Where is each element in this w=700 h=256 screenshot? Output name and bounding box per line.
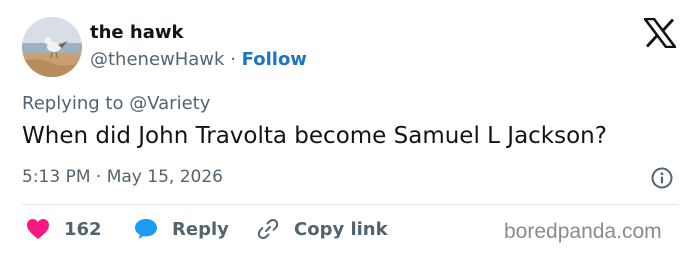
x-logo-icon[interactable] <box>643 17 677 49</box>
replying-to: Replying to @Variety <box>22 93 210 114</box>
like-button[interactable]: 162 <box>26 216 102 242</box>
tweet-timestamp[interactable]: 5:13 PM · May 15, 2026 <box>22 167 223 187</box>
watermark: boredpanda.com <box>504 220 662 243</box>
handle-row: @thenewHawk · Follow <box>90 49 307 70</box>
avatar[interactable] <box>22 17 82 77</box>
replying-to-handle[interactable]: @Variety <box>129 93 210 114</box>
info-icon[interactable] <box>650 166 674 190</box>
reply-button[interactable]: Reply <box>134 216 229 242</box>
link-icon <box>257 219 279 239</box>
reply-bubble-icon <box>135 219 157 239</box>
copy-link-button[interactable]: Copy link <box>256 216 388 242</box>
tweet-text: When did John Travolta become Samuel L J… <box>22 123 607 149</box>
heart-icon <box>27 219 49 239</box>
like-count: 162 <box>64 218 102 240</box>
divider <box>22 204 678 205</box>
reply-label: Reply <box>172 218 229 240</box>
follow-button[interactable]: Follow <box>242 49 307 70</box>
separator-dot: · <box>230 49 236 70</box>
user-name[interactable]: the hawk <box>90 22 183 43</box>
copy-link-label: Copy link <box>294 218 388 240</box>
replying-prefix: Replying to <box>22 93 124 114</box>
avatar-image <box>22 17 82 77</box>
user-handle[interactable]: @thenewHawk <box>90 49 224 70</box>
